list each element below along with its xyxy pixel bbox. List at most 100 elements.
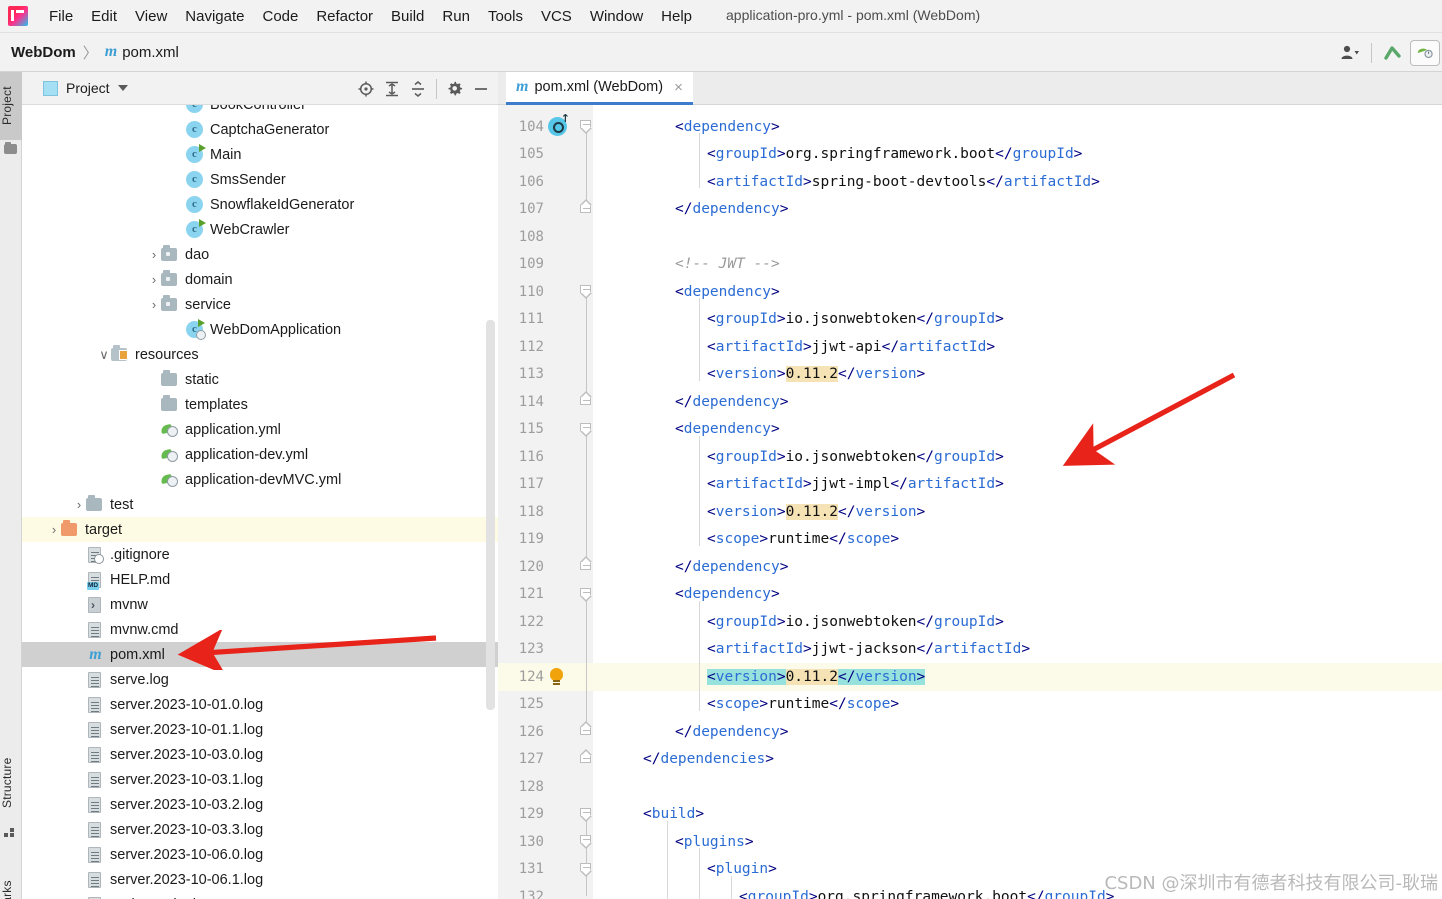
tree-expand-arrow-icon[interactable]: › (47, 523, 61, 536)
fold-collapse-icon[interactable] (580, 586, 593, 602)
code-text[interactable]: <dependency> <groupId>org.springframework… (593, 105, 1442, 899)
close-icon[interactable]: × (674, 79, 683, 96)
code-line-126[interactable]: </dependency> (593, 718, 1442, 746)
tree-item-server-2023-10-06-1-log[interactable]: server.2023-10-06.1.log (22, 867, 498, 892)
settings-button[interactable] (443, 77, 467, 101)
menu-code[interactable]: Code (253, 5, 307, 28)
tree-item-server-2023-10-01-1-log[interactable]: server.2023-10-01.1.log (22, 717, 498, 742)
menu-tools[interactable]: Tools (479, 5, 532, 28)
gutter-line-117[interactable]: 117 (498, 471, 593, 499)
intention-bulb-icon[interactable] (549, 667, 565, 686)
menu-vcs[interactable]: VCS (532, 5, 581, 28)
updates-button[interactable] (1376, 38, 1410, 68)
code-line-106[interactable]: <artifactId>spring-boot-devtools</artifa… (593, 168, 1442, 196)
tree-expand-arrow-icon[interactable]: › (147, 248, 161, 261)
run-configuration-selector[interactable] (1410, 39, 1440, 66)
gutter-line-111[interactable]: 111 (498, 306, 593, 334)
gutter-line-130[interactable]: 130 (498, 828, 593, 856)
tree-item-application-yml[interactable]: application.yml (22, 417, 498, 442)
gutter-line-124[interactable]: 124 (498, 663, 593, 691)
code-line-104[interactable]: <dependency> (593, 113, 1442, 141)
code-line-112[interactable]: <artifactId>jjwt-api</artifactId> (593, 333, 1442, 361)
tree-expand-arrow-icon[interactable]: ∨ (97, 348, 111, 361)
gutter-line-121[interactable]: 121 (498, 581, 593, 609)
tree-item-domain[interactable]: › domain (22, 267, 498, 292)
menu-window[interactable]: Window (581, 5, 652, 28)
breadcrumb-project[interactable]: WebDom (11, 44, 76, 61)
fold-collapse-icon[interactable] (580, 118, 593, 134)
gutter-line-123[interactable]: 123 (498, 636, 593, 664)
gutter-line-125[interactable]: 125 (498, 691, 593, 719)
tree-item-test[interactable]: › test (22, 492, 498, 517)
code-line-105[interactable]: <groupId>org.springframework.boot</group… (593, 141, 1442, 169)
tree-item-help-md[interactable]: HELP.md (22, 567, 498, 592)
tree-item-mvnw[interactable]: mvnw (22, 592, 498, 617)
tree-item-server-2023-10-03-1-log[interactable]: server.2023-10-03.1.log (22, 767, 498, 792)
gutter-line-119[interactable]: 119 (498, 526, 593, 554)
tree-item-server-2023-10-03-0-log[interactable]: server.2023-10-03.0.log (22, 742, 498, 767)
tree-item-server-2023-10-01-0-log[interactable]: server.2023-10-01.0.log (22, 692, 498, 717)
rail-tab-project[interactable]: Project (0, 72, 22, 140)
menu-run[interactable]: Run (433, 5, 479, 28)
gutter-line-107[interactable]: 107 (498, 196, 593, 224)
code-line-120[interactable]: </dependency> (593, 553, 1442, 581)
gutter-line-128[interactable]: 128 (498, 773, 593, 801)
tree-item-bookcontroller[interactable]: c BookController (22, 105, 498, 117)
tree-item-captchagenerator[interactable]: c CaptchaGenerator (22, 117, 498, 142)
tree-expand-arrow-icon[interactable]: › (72, 498, 86, 511)
gutter-line-132[interactable]: 132 (498, 883, 593, 899)
gutter-line-109[interactable]: 109 (498, 251, 593, 279)
user-account-button[interactable] (1333, 38, 1367, 68)
code-line-111[interactable]: <groupId>io.jsonwebtoken</groupId> (593, 306, 1442, 334)
code-line-129[interactable]: <build> (593, 801, 1442, 829)
code-line-116[interactable]: <groupId>io.jsonwebtoken</groupId> (593, 443, 1442, 471)
code-line-132[interactable]: <groupId>org.springframework.boot</group… (593, 883, 1442, 899)
code-line-109[interactable]: <!-- JWT --> (593, 251, 1442, 279)
tree-item-server-2023-10-06-0-log[interactable]: server.2023-10-06.0.log (22, 842, 498, 867)
code-line-107[interactable]: </dependency> (593, 196, 1442, 224)
code-line-121[interactable]: <dependency> (593, 581, 1442, 609)
code-line-108[interactable] (593, 223, 1442, 251)
code-line-122[interactable]: <groupId>io.jsonwebtoken</groupId> (593, 608, 1442, 636)
menu-refactor[interactable]: Refactor (307, 5, 382, 28)
tree-item-application-devmvc-yml[interactable]: application-devMVC.yml (22, 467, 498, 492)
fold-region-end-icon[interactable] (580, 556, 593, 571)
tree-item-snowflakeidgenerator[interactable]: c SnowflakeIdGenerator (22, 192, 498, 217)
code-line-124[interactable]: <version>0.11.2</version> (593, 663, 1442, 691)
gutter-line-112[interactable]: 112 (498, 333, 593, 361)
gutter-line-105[interactable]: 105 (498, 141, 593, 169)
menu-edit[interactable]: Edit (82, 5, 126, 28)
fold-markers-column[interactable] (580, 105, 594, 899)
select-opened-file-button[interactable] (354, 77, 378, 101)
gutter-line-116[interactable]: 116 (498, 443, 593, 471)
tree-item-static[interactable]: static (22, 367, 498, 392)
gutter-line-122[interactable]: 122 (498, 608, 593, 636)
tree-expand-arrow-icon[interactable]: › (147, 273, 161, 286)
gutter-line-129[interactable]: 129 (498, 801, 593, 829)
tree-item-main[interactable]: c Main (22, 142, 498, 167)
code-line-117[interactable]: <artifactId>jjwt-impl</artifactId> (593, 471, 1442, 499)
hide-panel-button[interactable] (469, 77, 493, 101)
gutter-line-108[interactable]: 108 (498, 223, 593, 251)
tree-item-target[interactable]: › target (22, 517, 498, 542)
fold-collapse-icon[interactable] (580, 421, 593, 437)
gutter-line-131[interactable]: 131 (498, 856, 593, 884)
tree-item-serve-log[interactable]: serve.log (22, 667, 498, 692)
tree-item-pom-xml[interactable]: m pom.xml (22, 642, 498, 667)
fold-collapse-icon[interactable] (580, 833, 593, 849)
gutter-line-113[interactable]: 113 (498, 361, 593, 389)
fold-region-end-icon[interactable] (580, 748, 593, 764)
gutter-line-115[interactable]: 115 (498, 416, 593, 444)
fold-region-end-icon[interactable] (580, 721, 593, 736)
chevron-down-icon[interactable] (117, 85, 128, 91)
menu-build[interactable]: Build (382, 5, 433, 28)
code-editor[interactable]: 104 105 106 107 108 109 110 111 112 113 114 115 116 1… (498, 105, 1442, 899)
tree-item-server-2023-10-03-3-log[interactable]: server.2023-10-03.3.log (22, 817, 498, 842)
project-tree-scrollbar-track[interactable] (484, 105, 497, 899)
code-line-131[interactable]: <plugin> (593, 856, 1442, 884)
tree-item-smssender[interactable]: c SmsSender (22, 167, 498, 192)
code-line-113[interactable]: <version>0.11.2</version> (593, 361, 1442, 389)
tree-expand-arrow-icon[interactable]: › (147, 298, 161, 311)
tree-item-mvnw-cmd[interactable]: mvnw.cmd (22, 617, 498, 642)
menu-view[interactable]: View (126, 5, 176, 28)
